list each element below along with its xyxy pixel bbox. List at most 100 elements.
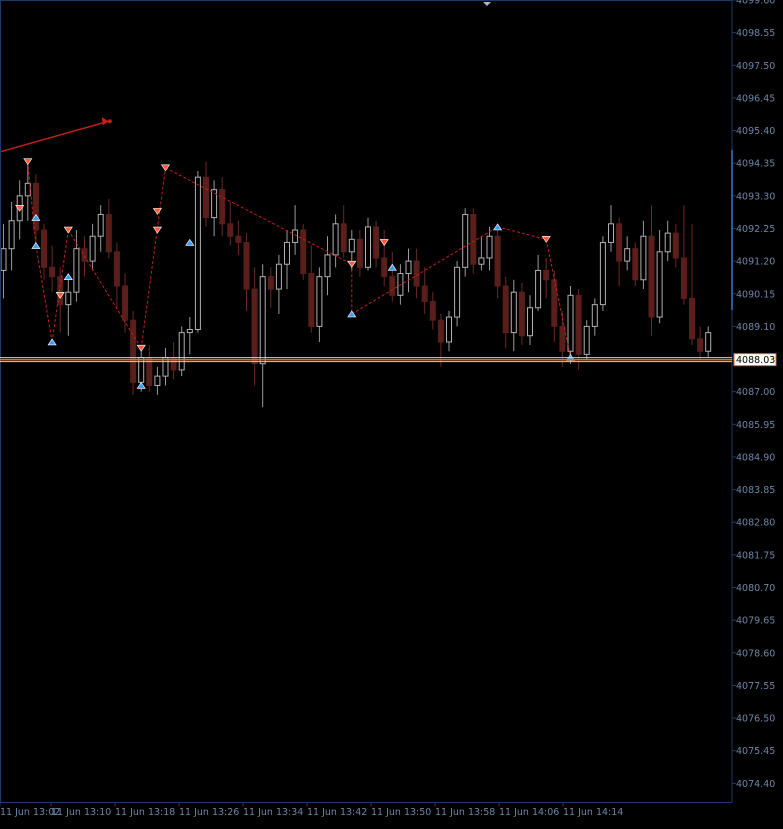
chart[interactable]: 4099.60 4098.55 4097.50 4096.45 4095.40 4094.…	[0, 0, 783, 825]
candle-body	[219, 189, 226, 225]
candle-body	[227, 223, 234, 237]
candle-body	[551, 279, 558, 327]
x-tick-label: 11 Jun 13:42	[307, 807, 367, 818]
x-tick-label: 11 Jun 13:50	[371, 807, 431, 818]
candle-body	[454, 266, 461, 318]
candle-body	[486, 235, 493, 259]
candle	[178, 326, 185, 377]
y-tick-label: 4098.55	[736, 28, 775, 39]
candle-body	[680, 257, 687, 299]
candle-body	[437, 319, 444, 343]
candle-body	[130, 319, 137, 383]
candle-body	[648, 235, 655, 318]
y-tick-label: 4092.25	[736, 224, 775, 235]
y-tick-label: 4093.30	[736, 191, 775, 202]
candle-body	[89, 235, 96, 262]
candle-body	[81, 248, 88, 262]
y-tick-label: 4076.50	[736, 714, 775, 725]
candle-body	[632, 248, 639, 281]
candle-body	[705, 332, 712, 352]
y-tick-label: 4090.15	[736, 289, 775, 300]
chart-svg[interactable]: 4099.60 4098.55 4097.50 4096.45 4095.40 4094.…	[0, 0, 783, 825]
y-tick-label: 4083.85	[736, 485, 775, 496]
candle-body	[178, 332, 185, 371]
candle-body	[348, 238, 355, 253]
candle-body	[567, 294, 574, 352]
y-tick-label: 4082.80	[736, 518, 775, 529]
candle-body	[235, 235, 242, 243]
candle-body	[543, 269, 550, 281]
candle-body	[308, 273, 315, 327]
y-tick-label: 4094.35	[736, 159, 775, 170]
candle-body	[24, 182, 31, 197]
candle-body	[186, 329, 193, 334]
y-tick-label: 4091.20	[736, 257, 775, 268]
candle-body	[421, 285, 428, 303]
candle-body	[462, 213, 469, 268]
candle	[454, 261, 461, 327]
x-tick-label: 11 Jun 13:58	[435, 807, 495, 818]
candle-body	[300, 229, 307, 275]
candle-body	[243, 241, 250, 290]
candle-body	[122, 285, 128, 321]
candle-body	[49, 266, 56, 278]
candle-body	[154, 375, 161, 386]
candle-body	[616, 223, 623, 262]
y-tick-label: 4089.10	[736, 322, 775, 333]
candle-body	[73, 248, 80, 293]
trend-line-end	[107, 119, 112, 124]
candle-body	[527, 307, 533, 337]
candle	[300, 223, 307, 280]
candle-body	[259, 276, 266, 365]
candle-body	[267, 276, 274, 290]
candle-body	[324, 254, 331, 278]
candle-body	[583, 325, 590, 355]
x-tick-label: 11 Jun 14:06	[499, 807, 559, 818]
current-price-label: 4088.03	[733, 353, 777, 367]
y-tick-label: 4079.65	[736, 616, 775, 627]
candle-body	[284, 241, 290, 265]
candle-body	[446, 316, 452, 343]
candle-body	[591, 304, 598, 327]
y-tick-label: 4074.40	[736, 779, 775, 790]
candle-body	[0, 248, 7, 271]
y-tick-label: 4095.40	[736, 126, 775, 137]
candle-body	[373, 226, 380, 259]
candle-body	[672, 232, 679, 259]
candle	[462, 208, 469, 277]
y-tick-label: 4078.60	[736, 648, 775, 659]
candle-body	[405, 260, 412, 275]
candle-body	[251, 288, 258, 365]
candle-body	[203, 176, 209, 219]
candle	[130, 310, 137, 395]
candle-body	[381, 257, 388, 278]
candle-body	[365, 226, 371, 268]
candle-body	[470, 213, 477, 265]
candle-body	[689, 297, 695, 340]
candle-body	[502, 285, 509, 334]
candle-body	[697, 338, 704, 352]
candle-body	[494, 235, 501, 287]
candle-body	[41, 229, 47, 268]
candle-body	[113, 251, 120, 287]
y-tick-label: 4084.90	[736, 452, 775, 463]
y-tick-label: 4087.00	[736, 387, 775, 398]
x-tick-label: 11 Jun 14:14	[563, 807, 623, 818]
candle-body	[194, 176, 201, 331]
y-tick-label: 4081.75	[736, 550, 775, 561]
candle-body	[97, 213, 104, 237]
candle-body	[105, 213, 112, 253]
candle-body	[478, 257, 485, 265]
candle-body	[413, 260, 420, 287]
candle-body	[389, 276, 396, 296]
candle-body	[65, 291, 72, 306]
candle-body	[429, 301, 436, 321]
x-tick-label: 11 Jun 13:26	[179, 807, 239, 818]
y-tick-label: 4080.70	[736, 583, 775, 594]
x-tick-label: 11 Jun 13:10	[51, 807, 111, 818]
candle-body	[608, 223, 614, 243]
x-tick-label: 11 Jun 13:34	[243, 807, 303, 818]
y-tick-label: 4099.60	[736, 0, 775, 7]
chart-background	[0, 0, 783, 825]
candle	[518, 282, 525, 346]
